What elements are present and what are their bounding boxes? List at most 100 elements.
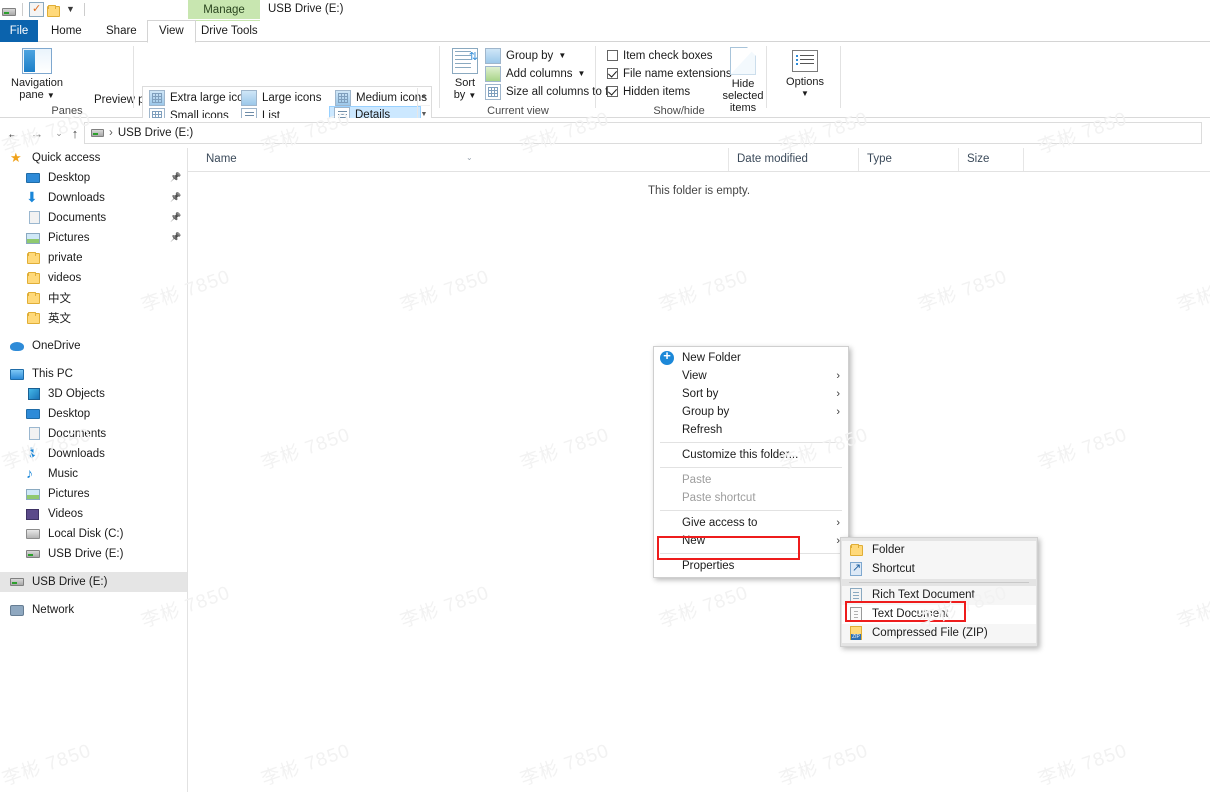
sidebar-item-local-disk-c[interactable]: Local Disk (C:) — [0, 524, 187, 544]
layout-item-label: Large icons — [262, 92, 321, 104]
quick-access-toolbar[interactable]: ✓ ▼ — [2, 2, 88, 17]
size-all-columns-icon — [485, 84, 501, 100]
column-header-type[interactable]: Type — [858, 148, 958, 171]
customize-qat-icon[interactable]: ▼ — [63, 2, 78, 17]
sidebar-item-[interactable]: 中文 — [0, 288, 187, 308]
ribbon-group-show-hide: Item check boxes File name extensions Hi… — [596, 42, 841, 118]
sidebar-item-downloads[interactable]: ⬇Downloads📌 — [0, 188, 187, 208]
sidebar-item-documents[interactable]: Documents 📌 — [0, 208, 187, 228]
menu-item-new-folder[interactable]: New Folder — [654, 349, 848, 367]
hidden-items-checkbox[interactable] — [607, 86, 618, 97]
sort-by-label-line1: Sort — [455, 77, 475, 89]
menu-item-customize-this-folder[interactable]: Customize this folder... — [654, 446, 848, 464]
add-columns-button[interactable]: Add columns ▼ — [482, 65, 588, 82]
menu-item-sort-by[interactable]: Sort by› — [654, 385, 848, 403]
pin-icon[interactable]: 📌 — [170, 212, 179, 223]
chevron-right-icon: › — [836, 385, 840, 403]
breadcrumb[interactable]: › USB Drive (E:) — [84, 122, 1202, 144]
tab-home[interactable]: Home — [40, 20, 93, 42]
tab-view[interactable]: View — [147, 20, 196, 43]
pin-icon[interactable]: 📌 — [170, 172, 179, 183]
group-by-button[interactable]: Group by ▼ — [482, 47, 569, 64]
options-chevron-down-icon: ▼ — [801, 88, 809, 100]
sidebar-item-this-pc[interactable]: This PC — [0, 364, 187, 384]
options-button[interactable]: Options ▼ — [782, 50, 828, 100]
sidebar-item-usb-drive-e[interactable]: USB Drive (E:) — [0, 572, 187, 592]
context-menu[interactable]: New FolderView›Sort by›Group by›Refresh C… — [653, 346, 849, 578]
breadcrumb-separator[interactable]: › — [109, 127, 113, 139]
nav-spacer — [0, 564, 187, 572]
navigation-pane[interactable]: ★Quick accessDesktop📌⬇Downloads📌Document… — [0, 148, 188, 792]
up-button[interactable]: ↑ — [66, 124, 84, 142]
title-bar: ✓ ▼ Manage USB Drive (E:) — [0, 0, 1210, 20]
sidebar-item-downloads[interactable]: ⬇Downloads — [0, 444, 187, 464]
folder-icon — [26, 250, 42, 266]
column-header-size[interactable]: Size — [958, 148, 1023, 171]
hide-selected-items-button[interactable]: Hide selected items — [714, 47, 772, 114]
options-label: Options — [786, 76, 824, 88]
file-name-extensions-checkbox[interactable] — [607, 68, 618, 79]
hide-selected-label-line1: Hide selected — [714, 78, 772, 102]
tab-drive-tools[interactable]: Drive Tools — [190, 20, 269, 42]
menu-item-view[interactable]: View› — [654, 367, 848, 385]
pin-icon[interactable]: 📌 — [170, 192, 179, 203]
layout-large-icons[interactable]: Large icons — [237, 89, 325, 106]
submenu-item-shortcut[interactable]: Shortcut — [842, 560, 1036, 579]
sidebar-item-private[interactable]: private — [0, 248, 187, 268]
pictures-icon — [26, 230, 42, 246]
sort-by-button[interactable]: Sort by ▼ — [446, 48, 484, 102]
submenu-item-rich-text-document[interactable]: Rich Text Document — [842, 586, 1036, 605]
item-check-boxes-toggle[interactable]: Item check boxes — [604, 47, 715, 64]
tab-file[interactable]: File — [0, 20, 38, 42]
back-button[interactable]: ← — [4, 124, 22, 142]
sidebar-item-pictures[interactable]: Pictures📌 — [0, 228, 187, 248]
tab-share[interactable]: Share — [95, 20, 148, 42]
column-header-date-modified[interactable]: Date modified — [728, 148, 858, 171]
menu-item-new[interactable]: New› — [654, 532, 848, 550]
submenu-item-text-document[interactable]: Text Document — [842, 605, 1036, 624]
sidebar-item-videos[interactable]: videos — [0, 268, 187, 288]
sidebar-item-label: Documents — [48, 212, 106, 224]
sidebar-item-videos[interactable]: Videos — [0, 504, 187, 524]
menu-item-group-by[interactable]: Group by› — [654, 403, 848, 421]
sidebar-item-quick-access[interactable]: ★Quick access — [0, 148, 187, 168]
sidebar-item-usb-drive-e[interactable]: USB Drive (E:) — [0, 544, 187, 564]
menu-item-label: Give access to — [682, 517, 757, 529]
forward-button[interactable]: → — [28, 124, 46, 142]
sidebar-item-documents[interactable]: Documents — [0, 424, 187, 444]
submenu-item-compressed-file-zip[interactable]: Compressed File (ZIP) — [842, 624, 1036, 643]
column-header-name[interactable]: Name — [198, 148, 728, 171]
sidebar-item-network[interactable]: Network — [0, 600, 187, 620]
navigation-pane-button[interactable]: Navigation pane ▼ — [8, 48, 66, 102]
item-check-boxes-checkbox[interactable] — [607, 50, 618, 61]
usb-drive-icon[interactable] — [2, 8, 16, 16]
menu-item-properties[interactable]: Properties — [654, 557, 848, 575]
address-bar: ← → ⌄ ↑ › USB Drive (E:) — [0, 118, 1210, 148]
layout-medium-icons[interactable]: Medium icons — [331, 89, 431, 106]
sidebar-item-pictures[interactable]: Pictures — [0, 484, 187, 504]
new-submenu[interactable]: FolderShortcut Rich Text DocumentText Doc… — [840, 537, 1038, 647]
sidebar-item-[interactable]: 英文 — [0, 308, 187, 328]
sidebar-item-onedrive[interactable]: OneDrive — [0, 336, 187, 356]
properties-icon[interactable]: ✓ — [29, 2, 44, 17]
ribbon-group-label-show-hide: Show/hide — [596, 105, 762, 117]
sidebar-item-label: videos — [48, 272, 81, 284]
sidebar-item-3d-objects[interactable]: 3D Objects — [0, 384, 187, 404]
submenu-item-folder[interactable]: Folder — [842, 541, 1036, 560]
menu-item-refresh[interactable]: Refresh — [654, 421, 848, 439]
pin-icon[interactable]: 📌 — [170, 232, 179, 243]
submenu-separator — [849, 582, 1029, 583]
new-folder-icon[interactable] — [47, 6, 60, 17]
hidden-items-toggle[interactable]: Hidden items — [604, 83, 693, 100]
column-header-spacer[interactable] — [1023, 148, 1053, 171]
sidebar-item-desktop[interactable]: Desktop📌 — [0, 168, 187, 188]
breadcrumb-path-text[interactable]: USB Drive (E:) — [118, 127, 193, 139]
usb-drive-icon — [26, 546, 42, 562]
options-icon — [792, 50, 818, 72]
menu-item-give-access-to[interactable]: Give access to› — [654, 514, 848, 532]
submenu-item-label: Compressed File (ZIP) — [872, 627, 988, 639]
menu-separator — [660, 553, 842, 554]
sidebar-item-desktop[interactable]: Desktop — [0, 404, 187, 424]
gallery-scroll-up-icon[interactable]: ▲ — [418, 88, 430, 106]
sidebar-item-music[interactable]: ♪Music — [0, 464, 187, 484]
